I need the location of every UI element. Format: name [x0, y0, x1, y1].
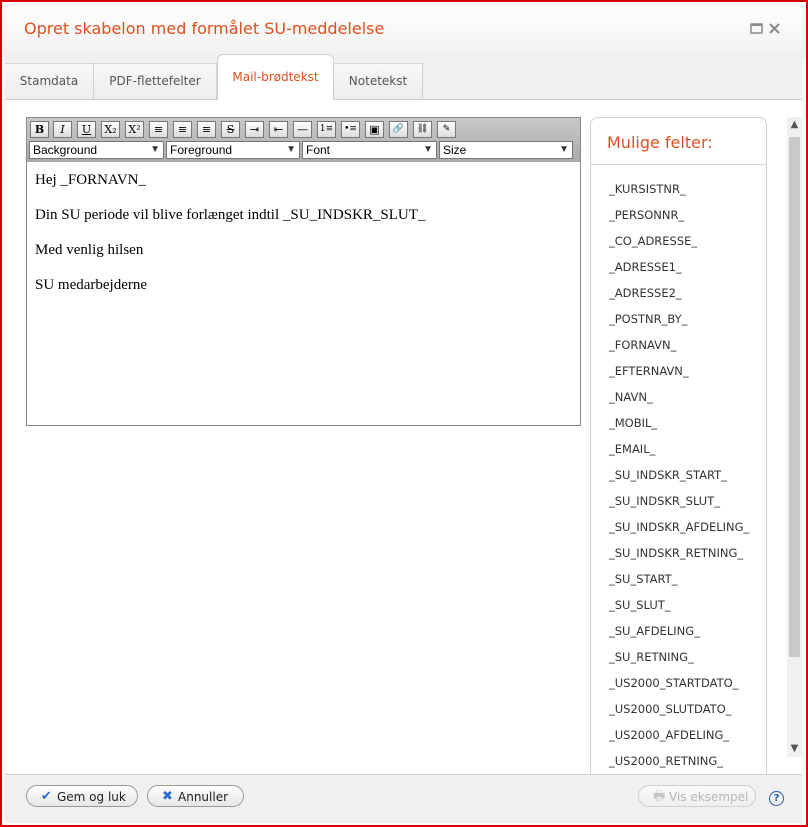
divider — [591, 164, 766, 165]
underline-button[interactable]: U — [77, 121, 96, 138]
field-item[interactable]: _EMAIL_ — [609, 442, 655, 456]
help-icon[interactable]: ? — [769, 791, 784, 806]
close-icon[interactable] — [768, 22, 781, 35]
link-icon[interactable]: 🔗 — [389, 121, 408, 138]
field-item[interactable]: _SU_RETNING_ — [609, 650, 694, 664]
ordered-list-button[interactable]: 1≡ — [317, 121, 336, 138]
align-left-button[interactable]: ≡ — [149, 121, 168, 138]
editor-toolbar: B I U X₂ X² ≡ ≡ ≡ S ⇥ ⇤ — 1≡ •≡ ▣ 🔗 ⛓ ✎ … — [27, 118, 580, 162]
bold-button[interactable]: B — [30, 121, 49, 138]
size-select[interactable]: Size ▼ — [439, 141, 573, 159]
field-item[interactable]: _ADRESSE2_ — [609, 286, 682, 300]
strikethrough-button[interactable]: S — [221, 121, 240, 138]
background-select[interactable]: Background ▼ — [29, 141, 164, 159]
horizontal-rule-button[interactable]: — — [293, 121, 312, 138]
rich-text-editor: B I U X₂ X² ≡ ≡ ≡ S ⇥ ⇤ — 1≡ •≡ ▣ 🔗 ⛓ ✎ … — [26, 117, 581, 426]
chevron-down-icon: ▼ — [423, 144, 433, 155]
field-item[interactable]: _US2000_SLUTDATO_ — [609, 702, 732, 716]
fields-title: Mulige felter: — [607, 133, 713, 152]
merge-fields-panel: Mulige felter: _KURSISTNR_ _PERSONNR_ _C… — [590, 117, 767, 799]
tab-content: B I U X₂ X² ≡ ≡ ≡ S ⇥ ⇤ — 1≡ •≡ ▣ 🔗 ⛓ ✎ … — [5, 100, 802, 799]
field-item[interactable]: _POSTNR_BY_ — [609, 312, 687, 326]
field-item[interactable]: _PERSONNR_ — [609, 208, 684, 222]
indent-button[interactable]: ⇥ — [245, 121, 264, 138]
tab-label: Stamdata — [19, 74, 79, 88]
dialog-title: Opret skabelon med formålet SU-meddelels… — [24, 19, 385, 38]
font-select-value: Font — [306, 143, 331, 157]
field-item[interactable]: _ADRESSE1_ — [609, 260, 682, 274]
editor-line: Hej _FORNAVN_ — [35, 172, 146, 188]
size-select-value: Size — [443, 143, 467, 157]
field-item[interactable]: _FORNAVN_ — [609, 338, 676, 352]
field-item[interactable]: _US2000_AFDELING_ — [609, 728, 729, 742]
scroll-down-icon[interactable]: ▼ — [787, 743, 802, 754]
tab-notetekst[interactable]: Notetekst — [334, 63, 423, 99]
field-item[interactable]: _NAVN_ — [609, 390, 653, 404]
tab-bar: Stamdata PDF-flettefelter Mail-brødtekst… — [5, 54, 802, 101]
clear-format-icon[interactable]: ✎ — [437, 121, 456, 138]
field-item[interactable]: _SU_INDSKR_START_ — [609, 468, 727, 482]
tab-pdf-flettefelter[interactable]: PDF-flettefelter — [94, 63, 217, 99]
x-icon: ✖ — [162, 789, 173, 804]
dialog-footer: ✔ Gem og luk ✖ Annuller 🖶 Vis eksempel ? — [5, 774, 802, 823]
vertical-scrollbar[interactable]: ▲ ▼ — [787, 117, 802, 757]
scroll-up-icon[interactable]: ▲ — [787, 119, 802, 130]
field-item[interactable]: _SU_INDSKR_SLUT_ — [609, 494, 720, 508]
field-item[interactable]: _EFTERNAVN_ — [609, 364, 689, 378]
font-select[interactable]: Font ▼ — [302, 141, 437, 159]
align-right-button[interactable]: ≡ — [197, 121, 216, 138]
align-center-button[interactable]: ≡ — [173, 121, 192, 138]
subscript-button[interactable]: X₂ — [101, 121, 120, 138]
cancel-button[interactable]: ✖ Annuller — [147, 785, 244, 807]
field-item[interactable]: _KURSISTNR_ — [609, 182, 686, 196]
tab-mail-brodtekst[interactable]: Mail-brødtekst — [217, 54, 334, 101]
save-and-close-label: Gem og luk — [57, 790, 126, 804]
tab-label: Notetekst — [348, 74, 408, 88]
tab-stamdata[interactable]: Stamdata — [5, 63, 94, 99]
checkmark-icon: ✔ — [41, 789, 52, 804]
editor-line: SU medarbejderne — [35, 277, 148, 293]
unordered-list-button[interactable]: •≡ — [341, 121, 360, 138]
unlink-icon[interactable]: ⛓ — [413, 121, 432, 138]
preview-button[interactable]: 🖶 Vis eksempel — [638, 785, 756, 807]
editor-text-area[interactable]: Hej _FORNAVN_ Din SU periode vil blive f… — [27, 163, 580, 425]
chevron-down-icon: ▼ — [559, 144, 569, 155]
chevron-down-icon: ▼ — [286, 144, 296, 155]
field-item[interactable]: _SU_START_ — [609, 572, 677, 586]
tab-label: Mail-brødtekst — [232, 70, 319, 84]
tab-label: PDF-flettefelter — [109, 74, 201, 88]
editor-line: Din SU periode vil blive forlænget indti… — [35, 207, 426, 223]
field-item[interactable]: _US2000_RETNING_ — [609, 754, 723, 768]
background-select-value: Background — [33, 143, 98, 157]
field-item[interactable]: _CO_ADRESSE_ — [609, 234, 697, 248]
field-item[interactable]: _SU_INDSKR_AFDELING_ — [609, 520, 749, 534]
field-item[interactable]: _SU_SLUT_ — [609, 598, 671, 612]
maximize-icon[interactable] — [750, 22, 763, 35]
scroll-thumb[interactable] — [789, 137, 800, 657]
outdent-button[interactable]: ⇤ — [269, 121, 288, 138]
field-item[interactable]: _SU_AFDELING_ — [609, 624, 700, 638]
image-icon[interactable]: ▣ — [365, 121, 384, 138]
foreground-select-value: Foreground — [170, 143, 233, 157]
foreground-select[interactable]: Foreground ▼ — [166, 141, 300, 159]
printer-icon: 🖶 — [653, 789, 666, 804]
save-and-close-button[interactable]: ✔ Gem og luk — [26, 785, 138, 807]
field-item[interactable]: _US2000_STARTDATO_ — [609, 676, 738, 690]
italic-button[interactable]: I — [53, 121, 72, 138]
field-item[interactable]: _MOBIL_ — [609, 416, 657, 430]
field-item[interactable]: _SU_INDSKR_RETNING_ — [609, 546, 743, 560]
chevron-down-icon: ▼ — [150, 144, 160, 155]
superscript-button[interactable]: X² — [125, 121, 144, 138]
editor-line: Med venlig hilsen — [35, 242, 144, 258]
cancel-label: Annuller — [178, 790, 229, 804]
title-bar: Opret skabelon med formålet SU-meddelels… — [2, 2, 806, 57]
preview-label: Vis eksempel — [669, 790, 749, 804]
dialog-window: Opret skabelon med formålet SU-meddelels… — [0, 0, 808, 827]
